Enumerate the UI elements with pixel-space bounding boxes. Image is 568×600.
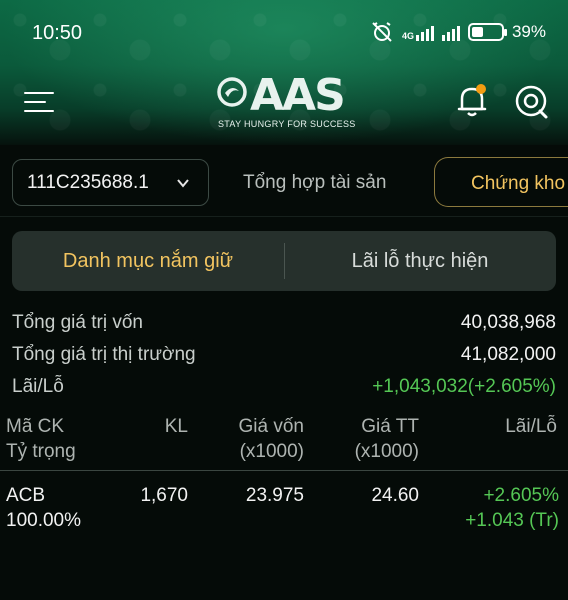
signal-icon-2: [441, 23, 460, 41]
header-price: Giá TT: [361, 416, 419, 437]
total-market-value: 41,082,000: [460, 344, 556, 365]
profit-loss-label: Lãi/Lỗ: [12, 376, 64, 397]
tab-asset-overview[interactable]: Tổng hợp tài sản: [243, 172, 386, 194]
profit-loss-value: +1,043,032(+2.605%): [372, 376, 556, 397]
status-bar: 10:50 4G 39%: [0, 14, 568, 54]
header-qty: KL: [164, 416, 188, 437]
signal-icon: [415, 23, 434, 41]
header-price-unit: (x1000): [354, 441, 419, 462]
account-number: 111C235688.1: [27, 171, 149, 193]
network-type: 4G: [401, 31, 414, 41]
aas-logo: AAS STAY HUNGRY FOR SUCCESS: [216, 70, 356, 132]
total-cost-label: Tổng giá trị vốn: [12, 312, 143, 333]
row-price: 24.60: [371, 485, 419, 506]
segment-holdings[interactable]: Danh mục nắm giữ: [12, 231, 284, 291]
app-header: 10:50 4G 39% AAS STAY HUNGRY FOR SUCCESS: [0, 0, 568, 145]
header-weight: Tỷ trọng: [6, 441, 76, 462]
total-market-label: Tổng giá trị thị trường: [12, 344, 196, 365]
row-weight: 100.00%: [6, 510, 82, 531]
status-icons: 4G 39%: [370, 20, 546, 44]
tab-stocks[interactable]: Chứng kho: [434, 157, 568, 207]
battery-icon: [467, 23, 507, 41]
header-cost: Giá vốn: [238, 416, 304, 437]
menu-icon[interactable]: [24, 92, 56, 112]
chevron-down-icon: [177, 179, 189, 188]
battery-fill: [471, 27, 483, 37]
row-cost: 23.975: [245, 485, 304, 506]
logo-text: AAS: [250, 70, 346, 121]
portfolio-segment-control: Danh mục nắm giữ Lãi lỗ thực hiện: [12, 231, 556, 291]
support-icon[interactable]: [512, 82, 550, 120]
logo-mark-icon: [217, 77, 247, 107]
row-qty: 1,670: [140, 485, 188, 506]
status-time: 10:50: [32, 22, 83, 44]
row-pl-value: +1.043 (Tr): [465, 510, 559, 531]
battery-percent: 39%: [511, 22, 546, 41]
total-cost-value: 40,038,968: [460, 312, 556, 333]
alarm-off-icon: [372, 22, 392, 42]
header-symbol: Mã CK: [6, 416, 65, 437]
header-cost-unit: (x1000): [239, 441, 304, 462]
row-symbol: ACB: [6, 485, 46, 506]
table-header-divider: [0, 470, 568, 471]
account-select[interactable]: 111C235688.1: [12, 159, 209, 206]
header-pl: Lãi/Lỗ: [505, 416, 557, 437]
divider: [0, 216, 568, 217]
logo-slogan: STAY HUNGRY FOR SUCCESS: [218, 119, 356, 129]
bell-icon[interactable]: [454, 82, 490, 120]
row-pl-percent: +2.605%: [483, 485, 559, 506]
network-indicator: 4G: [402, 23, 434, 41]
segment-realized-pl[interactable]: Lãi lỗ thực hiện: [284, 231, 556, 291]
